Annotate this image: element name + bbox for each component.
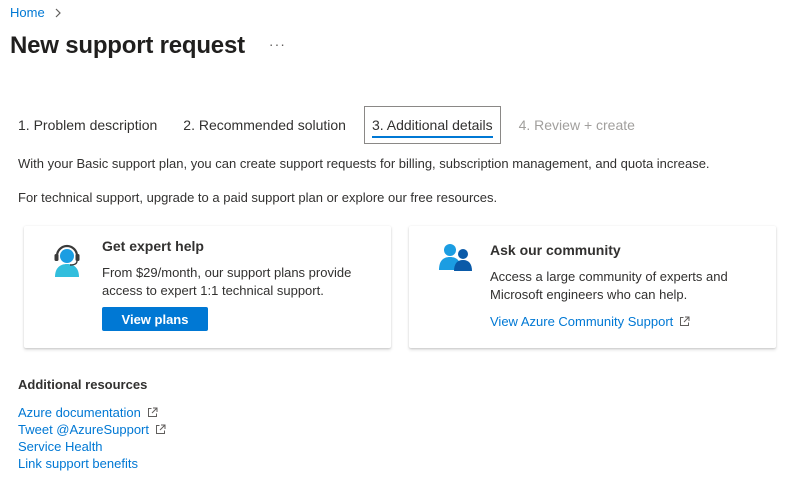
chevron-right-icon bbox=[53, 8, 63, 18]
additional-resources-title: Additional resources bbox=[18, 377, 148, 392]
community-description: Access a large community of experts and … bbox=[490, 269, 728, 302]
resource-item: Azure documentation bbox=[18, 404, 166, 421]
service-health-link[interactable]: Service Health bbox=[18, 439, 103, 454]
page-title: New support request bbox=[10, 32, 245, 59]
tab-recommended-solution[interactable]: 2. Recommended solution bbox=[175, 106, 354, 144]
external-link-icon bbox=[155, 424, 166, 435]
link-support-benefits-link[interactable]: Link support benefits bbox=[18, 456, 138, 471]
page-header: New support request ··· bbox=[10, 32, 286, 60]
tweet-azure-support-link[interactable]: Tweet @AzureSupport bbox=[18, 422, 149, 437]
upgrade-info-text: For technical support, upgrade to a paid… bbox=[18, 190, 498, 205]
active-tab-indicator bbox=[371, 136, 493, 138]
expert-help-card: Get expert help From $29/month, our supp… bbox=[24, 226, 391, 348]
expert-help-title: Get expert help bbox=[102, 238, 204, 254]
resource-item: Tweet @AzureSupport bbox=[18, 421, 166, 438]
azure-documentation-link[interactable]: Azure documentation bbox=[18, 405, 141, 420]
tab-problem-description[interactable]: 1. Problem description bbox=[10, 106, 165, 144]
people-community-icon bbox=[437, 242, 473, 275]
view-community-support-link[interactable]: View Azure Community Support bbox=[490, 314, 673, 329]
resource-item: Link support benefits bbox=[18, 455, 166, 472]
external-link-icon bbox=[147, 407, 158, 418]
resource-item: Service Health bbox=[18, 438, 166, 455]
tab-additional-details-label: 3. Additional details bbox=[371, 117, 493, 133]
tab-review-create: 4. Review + create bbox=[518, 117, 635, 133]
community-title: Ask our community bbox=[490, 242, 621, 258]
community-link-row: View Azure Community Support bbox=[490, 314, 690, 329]
external-link-icon bbox=[679, 316, 690, 327]
headset-agent-icon bbox=[51, 242, 83, 281]
expert-help-description: From $29/month, our support plans provid… bbox=[102, 265, 352, 298]
view-plans-button[interactable]: View plans bbox=[102, 307, 208, 331]
community-card: Ask our community Access a large communi… bbox=[409, 226, 776, 348]
plan-info-text: With your Basic support plan, you can cr… bbox=[18, 156, 710, 171]
tab-additional-details[interactable]: 3. Additional details bbox=[363, 106, 501, 144]
resources-list: Azure documentation Tweet @AzureSupport … bbox=[18, 404, 166, 472]
more-options-button[interactable]: ··· bbox=[269, 36, 286, 52]
breadcrumb: Home bbox=[10, 5, 63, 20]
wizard-tabs: 1. Problem description 2. Recommended so… bbox=[10, 106, 653, 144]
breadcrumb-home-link[interactable]: Home bbox=[10, 5, 45, 20]
